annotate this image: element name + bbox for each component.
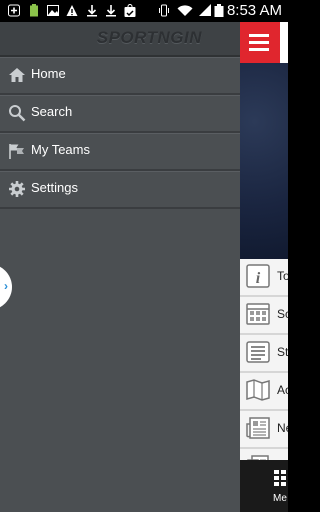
signal-icon [199,4,211,16]
menu-item-label: My Teams [31,142,90,157]
hero-image [240,63,288,259]
brand-logo: SPORTNGIN [96,28,202,47]
wifi-icon [177,5,193,16]
menu-item-label: Home [31,66,66,81]
content-row[interactable]: Sc [240,297,288,335]
menu-item-label: Settings [31,180,78,195]
hamburger-icon [249,34,269,37]
shopping-bag-icon [124,4,136,17]
status-bar: 8:53 AM [0,0,288,22]
row-label: Ac [277,383,288,397]
flags-icon [9,144,24,159]
menu-item-search[interactable]: Search [0,95,240,133]
content-row[interactable]: Ac [240,373,288,411]
row-label: Sc [277,307,288,321]
menu-item-my-teams[interactable]: My Teams [0,133,240,171]
gear-icon [9,181,25,197]
row-label: Ne [277,421,288,435]
bottom-bar-label: Me [273,493,287,504]
vibrate-icon [159,4,169,17]
svg-text:i: i [256,270,261,287]
menu-toggle-button[interactable] [240,22,280,63]
navigation-drawer: SPORTNGIN Home Search My Teams Settings … [0,22,240,512]
battery-charging-icon [30,4,38,17]
row-label: St [277,345,288,359]
grid-menu-icon [274,470,286,486]
bottom-bar[interactable]: Me [240,460,288,512]
calendar-icon [246,303,270,325]
newspaper-icon [246,417,270,439]
content-row[interactable]: i To [240,259,288,297]
menu-item-home[interactable]: Home [0,57,240,95]
content-row[interactable]: Ne [240,411,288,449]
drawer-edge-handle[interactable]: › [0,264,12,310]
download-icon [106,5,116,17]
plus-box-icon [8,4,20,17]
main-header [240,22,288,63]
battery-icon [214,4,224,17]
drawer-header: SPORTNGIN [0,22,240,57]
row-label: To [277,269,288,283]
chevron-right-icon: › [4,279,8,293]
menu-item-settings[interactable]: Settings [0,171,240,209]
warning-icon [66,5,78,16]
search-icon [9,105,26,122]
status-time: 8:53 AM [226,2,282,19]
menu-item-label: Search [31,104,73,119]
download-icon [87,5,97,17]
home-icon [9,68,25,82]
map-icon [246,379,270,401]
content-row[interactable]: St [240,335,288,373]
info-icon: i [246,264,270,288]
list-icon [246,341,270,363]
image-icon [47,5,59,16]
main-content: i To Sc St Ac Ne Ar Me [240,22,288,512]
